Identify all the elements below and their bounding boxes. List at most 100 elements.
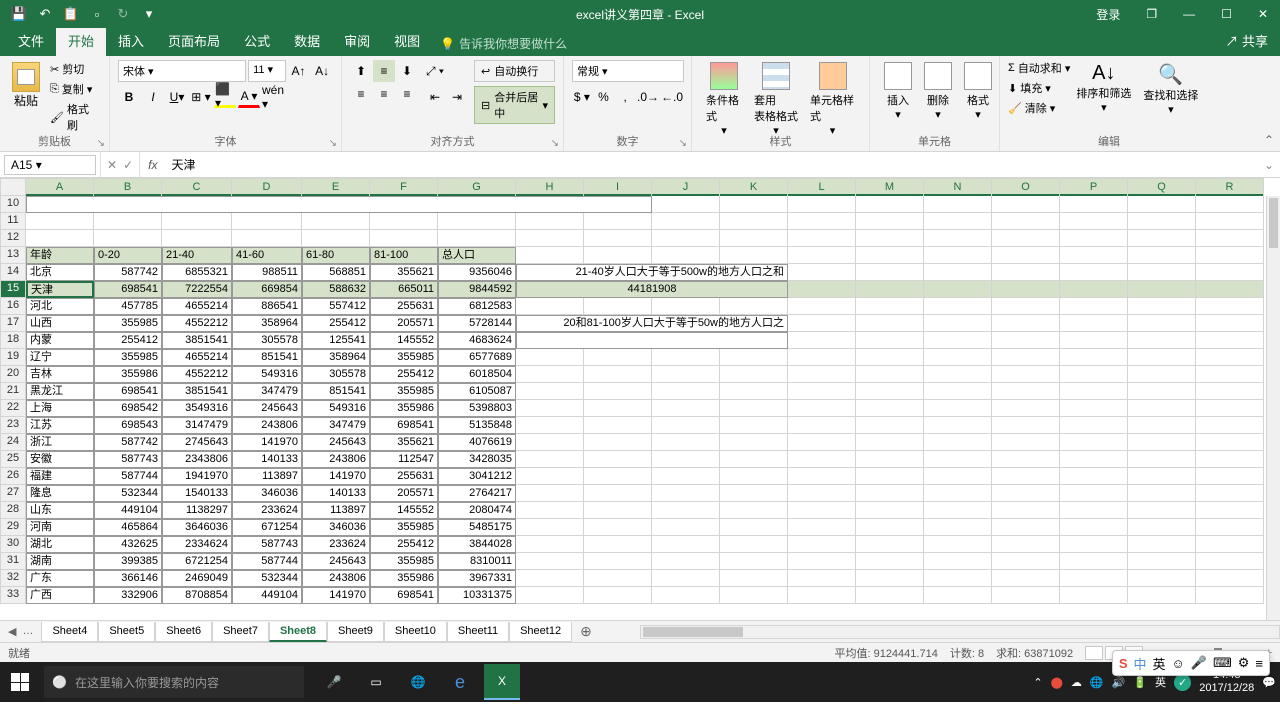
cell[interactable]: 549316 [232, 366, 302, 383]
cell[interactable] [788, 519, 856, 536]
row-header[interactable]: 15 [0, 281, 26, 298]
login-button[interactable]: 登录 [1084, 2, 1132, 27]
cell[interactable] [1196, 519, 1264, 536]
cell[interactable]: 2469049 [162, 570, 232, 587]
cell[interactable]: 113897 [302, 502, 370, 519]
cell[interactable] [1060, 400, 1128, 417]
expand-formula-bar-icon[interactable]: ⌄ [1258, 158, 1280, 172]
cell[interactable]: 988511 [232, 264, 302, 281]
edge-taskbar-icon[interactable]: e [442, 664, 478, 700]
cell[interactable]: 1138297 [162, 502, 232, 519]
cell[interactable] [516, 587, 584, 604]
ime-settings-icon[interactable]: ⚙ [1238, 655, 1250, 671]
cell[interactable] [856, 230, 924, 247]
cell[interactable] [924, 485, 992, 502]
cell[interactable] [924, 417, 992, 434]
sheet-tab-sheet9[interactable]: Sheet9 [327, 622, 384, 642]
cell[interactable]: 245643 [232, 400, 302, 417]
column-header-L[interactable]: L [788, 178, 856, 196]
cell[interactable] [584, 468, 652, 485]
column-header-H[interactable]: H [516, 178, 584, 196]
cell[interactable] [992, 332, 1060, 349]
cell[interactable] [1128, 468, 1196, 485]
cell[interactable] [992, 247, 1060, 264]
cell[interactable]: 355985 [370, 349, 438, 366]
cell[interactable] [720, 230, 788, 247]
cell[interactable]: 河南 [26, 519, 94, 536]
cell[interactable] [992, 553, 1060, 570]
row-header[interactable]: 27 [0, 485, 26, 502]
cell[interactable] [1196, 247, 1264, 264]
cell[interactable]: 532344 [94, 485, 162, 502]
cell[interactable] [1128, 451, 1196, 468]
cell[interactable] [516, 349, 584, 366]
share-button[interactable]: ↗ 共享 [1213, 25, 1280, 56]
cell[interactable] [788, 298, 856, 315]
notification-icon[interactable]: 💬 [1262, 676, 1276, 689]
cell[interactable] [856, 434, 924, 451]
cell[interactable] [1196, 400, 1264, 417]
cell[interactable]: 3041212 [438, 468, 516, 485]
cell[interactable] [516, 332, 788, 349]
cell[interactable] [162, 230, 232, 247]
cell[interactable]: 233624 [302, 536, 370, 553]
cell[interactable] [1196, 196, 1264, 213]
cell[interactable] [1128, 417, 1196, 434]
name-box[interactable]: A15 ▾ [4, 155, 96, 175]
cell[interactable] [788, 417, 856, 434]
cell[interactable]: 2080474 [438, 502, 516, 519]
tray-ime-icon[interactable]: 英 [1155, 674, 1166, 690]
align-right-icon[interactable]: ≡ [396, 83, 418, 105]
cell[interactable] [652, 230, 720, 247]
cell[interactable]: 243806 [232, 417, 302, 434]
cell[interactable] [584, 417, 652, 434]
cell[interactable] [516, 553, 584, 570]
cell[interactable] [856, 485, 924, 502]
cell[interactable] [856, 536, 924, 553]
horizontal-scrollbar[interactable] [640, 625, 1280, 639]
cell[interactable] [516, 400, 584, 417]
cell[interactable] [788, 247, 856, 264]
cell[interactable] [584, 451, 652, 468]
cell[interactable] [992, 315, 1060, 332]
cell[interactable]: 8310011 [438, 553, 516, 570]
cell[interactable] [924, 553, 992, 570]
cell[interactable]: 886541 [232, 298, 302, 315]
cell[interactable] [584, 485, 652, 502]
cell[interactable] [1060, 417, 1128, 434]
ime-toolbar[interactable]: S 中 英 ☺ 🎤 ⌨ ⚙ ≡ [1112, 650, 1270, 676]
cell[interactable] [856, 366, 924, 383]
save-icon[interactable]: 💾 [10, 5, 28, 23]
maximize-button[interactable]: ☐ [1209, 3, 1244, 25]
tray-app-icon[interactable]: ✓ [1174, 674, 1191, 691]
cell[interactable] [1060, 451, 1128, 468]
cell[interactable]: 698541 [370, 587, 438, 604]
cell[interactable] [856, 468, 924, 485]
row-header[interactable]: 22 [0, 400, 26, 417]
cell[interactable] [1128, 400, 1196, 417]
cell[interactable] [516, 383, 584, 400]
tab-file[interactable]: 文件 [6, 25, 56, 56]
cell[interactable] [1196, 485, 1264, 502]
cell[interactable]: 浙江 [26, 434, 94, 451]
cell[interactable] [652, 570, 720, 587]
cell[interactable]: 北京 [26, 264, 94, 281]
cell[interactable] [924, 400, 992, 417]
cell[interactable] [992, 570, 1060, 587]
cell[interactable]: 广西 [26, 587, 94, 604]
sheet-tab-sheet5[interactable]: Sheet5 [98, 622, 155, 642]
vertical-scrollbar[interactable] [1266, 196, 1280, 620]
cell[interactable] [94, 230, 162, 247]
cell[interactable] [652, 298, 720, 315]
cell[interactable]: 587742 [94, 264, 162, 281]
row-header[interactable]: 14 [0, 264, 26, 281]
orientation-icon[interactable]: ⤢ ▾ [424, 60, 446, 82]
cell[interactable] [788, 485, 856, 502]
align-top-icon[interactable]: ⬆ [350, 60, 372, 82]
cell[interactable] [584, 383, 652, 400]
ime-keyboard-icon[interactable]: ⌨ [1213, 655, 1232, 671]
cell[interactable]: 141970 [302, 587, 370, 604]
cell[interactable]: 698542 [94, 400, 162, 417]
cell[interactable]: 851541 [232, 349, 302, 366]
cell[interactable]: 内蒙 [26, 332, 94, 349]
